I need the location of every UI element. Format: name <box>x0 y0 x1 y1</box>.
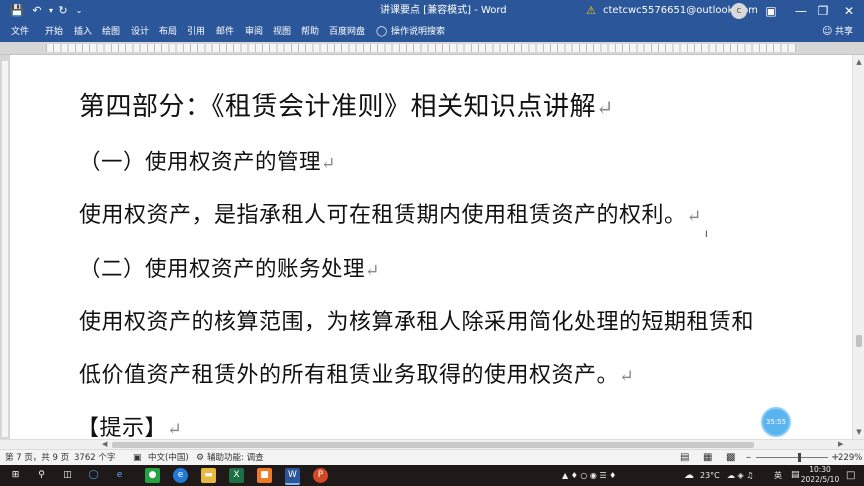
tab-insert[interactable]: 插入 <box>74 22 92 42</box>
tab-view[interactable]: 视图 <box>273 22 291 42</box>
scroll-up-icon[interactable]: ▲ <box>854 57 864 67</box>
heading-text: 第四部分：《租赁会计准则》相关知识点讲解 <box>79 92 597 122</box>
tab-home[interactable]: 开始 <box>45 22 63 42</box>
scroll-left-icon[interactable]: ◀ <box>102 440 107 448</box>
tip-text: 【提示】 <box>77 416 168 441</box>
paragraph-mark: ↵ <box>321 154 336 174</box>
cortana-icon[interactable]: ◯ <box>86 468 101 483</box>
heading-part-four[interactable]: 第四部分：《租赁会计准则》相关知识点讲解↵ <box>79 86 614 123</box>
ime-settings-icon[interactable]: ▤ <box>791 465 800 486</box>
undo-icon[interactable]: ↶ <box>30 4 44 18</box>
tab-file[interactable]: 文件 <box>11 22 29 42</box>
lightbulb-icon: ◯ <box>376 26 388 37</box>
temperature[interactable]: 23°C <box>700 465 720 486</box>
clock-date: 2022/5/10 <box>800 475 840 484</box>
scroll-down-icon[interactable]: ▼ <box>854 427 864 437</box>
ribbon-tabs: 文件 开始 插入 绘图 设计 布局 引用 邮件 审阅 视图 帮助 百度网盘 ◯ … <box>0 22 864 42</box>
ribbon-display-options-icon[interactable]: ▣ <box>756 0 786 22</box>
ibeam-cursor-icon: I <box>705 230 708 240</box>
tab-design[interactable]: 设计 <box>131 22 149 42</box>
tray-icons[interactable]: ▲ ♦ ○ ◉ ☰ ♦ <box>562 465 616 486</box>
tab-draw[interactable]: 绘图 <box>102 22 120 42</box>
tab-mailings[interactable]: 邮件 <box>216 22 234 42</box>
tab-references[interactable]: 引用 <box>187 22 205 42</box>
close-button[interactable]: ✕ <box>834 0 864 22</box>
avatar[interactable]: c <box>731 3 747 19</box>
accessibility-icon: ⚙ <box>196 453 205 463</box>
search-icon[interactable]: ⚲ <box>34 468 49 483</box>
app-icon[interactable]: ■ <box>257 468 272 483</box>
vertical-scrollbar[interactable]: ▲ ▼ <box>852 55 864 439</box>
read-mode-icon[interactable]: ▦ <box>703 450 712 466</box>
window-title: 讲课要点 [兼容模式] - Word <box>380 5 507 16</box>
edge-browser-icon[interactable]: e <box>173 468 188 483</box>
horizontal-ruler[interactable] <box>0 42 864 55</box>
subheading-one[interactable]: （一）使用权资产的管理↵ <box>79 145 336 176</box>
powerpoint-icon[interactable]: P <box>313 468 328 483</box>
accessibility-status[interactable]: 辅助功能: 调查 <box>207 450 264 466</box>
zoom-out-icon[interactable]: – <box>746 450 751 466</box>
clock-time: 10:30 <box>809 465 831 474</box>
paragraph-mark: ↵ <box>686 207 702 227</box>
zoom-level[interactable]: 229% <box>838 450 862 466</box>
paragraph-mark: ↵ <box>167 420 183 440</box>
ime-indicator[interactable]: 英 <box>774 465 782 486</box>
page-count[interactable]: 第 7 页，共 9 页 <box>5 450 69 466</box>
share-person-icon: ☺ <box>822 26 833 37</box>
subheading-two-text: （二）使用权资产的账务处理 <box>79 257 366 282</box>
task-view-icon[interactable]: ◫ <box>60 468 75 483</box>
zoom-slider[interactable] <box>756 453 828 462</box>
paragraph-mark: ↵ <box>596 96 614 120</box>
paragraph-scope-line-1[interactable]: 使用权资产的核算范围，为核算承租人除采用简化处理的短期租赁和 <box>79 304 754 336</box>
word-taskbar-icon[interactable]: W <box>285 468 300 485</box>
paragraph-scope-line-2[interactable]: 低价值资产租赁外的所有租赁业务取得的使用权资产。↵ <box>79 357 634 389</box>
status-bar: 第 7 页，共 9 页 3762 个字 ▣ 中文(中国) ⚙ 辅助功能: 调查 … <box>0 449 864 466</box>
paragraph-scope-line-2-text: 低价值资产租赁外的所有租赁业务取得的使用权资产。 <box>79 363 620 388</box>
tell-me-search[interactable]: 操作说明搜索 <box>391 22 445 42</box>
network-volume-icons[interactable]: ☁ ◈ ♫ <box>727 465 753 486</box>
subheading-two[interactable]: （二）使用权资产的账务处理↵ <box>79 252 380 283</box>
subheading-one-text: （一）使用权资产的管理 <box>79 150 322 175</box>
excel-icon[interactable]: X <box>229 468 244 483</box>
tab-help[interactable]: 帮助 <box>301 22 319 42</box>
vertical-ruler-text-area <box>2 61 8 437</box>
floating-timer-badge[interactable]: 35:55 <box>761 407 791 437</box>
share-button[interactable]: 共享 <box>835 22 853 42</box>
clock[interactable]: 10:30 2022/5/10 <box>800 465 840 485</box>
weather-icon: ☁ <box>684 470 694 481</box>
windows-taskbar: ⊞ ⚲ ◫ ◯ e ● e ▬ X ■ W P ▲ ♦ ○ ◉ ☰ ♦ ☁ 23… <box>0 465 864 486</box>
notifications-icon[interactable]: □ <box>846 465 855 486</box>
scroll-right-icon[interactable]: ▶ <box>838 440 843 448</box>
word-count[interactable]: 3762 个字 <box>74 450 115 466</box>
language-status[interactable]: 中文(中国) <box>148 450 189 466</box>
warning-icon[interactable]: ⚠ <box>584 4 598 18</box>
save-icon[interactable]: 💾 <box>10 4 24 18</box>
paragraph-mark: ↵ <box>619 367 635 387</box>
print-layout-icon[interactable]: ▩ <box>726 450 735 466</box>
file-explorer-icon[interactable]: ▬ <box>201 468 216 483</box>
tab-baidu-netdisk[interactable]: 百度网盘 <box>329 22 365 42</box>
title-bar: 💾 ↶ ▾ ↻ ⌄ 讲课要点 [兼容模式] - Word ⚠ ctetcwc55… <box>0 0 864 22</box>
paragraph-mark: ↵ <box>365 261 380 281</box>
vertical-scroll-thumb[interactable] <box>856 335 862 347</box>
redo-icon[interactable]: ↻ <box>56 4 70 18</box>
tab-review[interactable]: 审阅 <box>245 22 263 42</box>
tip-label[interactable]: 【提示】↵ <box>77 410 182 442</box>
chat-app-icon[interactable]: ● <box>145 468 160 483</box>
ie-browser-icon[interactable]: e <box>112 468 127 483</box>
paragraph-definition[interactable]: 使用权资产，是指承租人可在租赁期内使用租赁资产的权利。↵ <box>79 197 702 229</box>
ruler-ticks <box>46 44 796 52</box>
vertical-ruler[interactable] <box>0 55 10 439</box>
proofing-icon[interactable]: ▣ <box>133 450 142 466</box>
customize-quick-access-icon[interactable]: ⌄ <box>72 4 86 18</box>
paragraph-definition-text: 使用权资产，是指承租人可在租赁期内使用租赁资产的权利。 <box>79 203 687 228</box>
zoom-slider-knob[interactable] <box>798 453 801 462</box>
focus-mode-icon[interactable]: ▤ <box>680 450 689 466</box>
horizontal-scroll-thumb[interactable] <box>112 442 754 448</box>
windows-start-icon[interactable]: ⊞ <box>8 468 23 483</box>
tab-layout[interactable]: 布局 <box>159 22 177 42</box>
